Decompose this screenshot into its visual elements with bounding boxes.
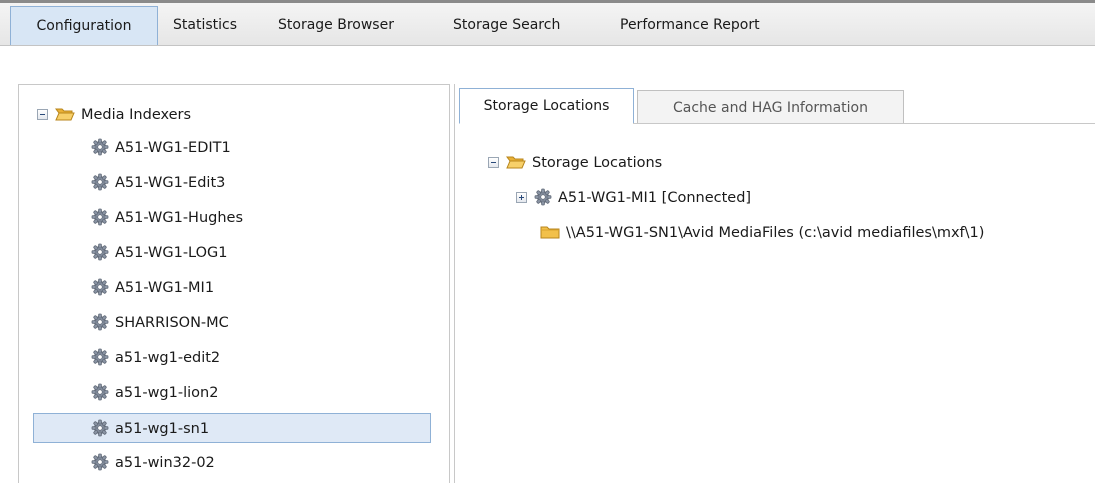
tree-item-a51-wg1-lion2[interactable]: a51-wg1-lion2 [91,378,218,408]
tree-item-sharrison-mc[interactable]: SHARRISON-MC [91,308,229,338]
gear-icon [91,208,109,226]
tree-root-storage-locations[interactable]: Storage Locations [488,148,662,178]
tree-item-a51-wg1-log1[interactable]: A51-WG1-LOG1 [91,238,227,268]
tree-item-label: \\A51-WG1-SN1\Avid MediaFiles (c:\avid m… [566,225,985,241]
tree-item-a51-wg1-edit1[interactable]: A51-WG1-EDIT1 [91,133,231,163]
gear-icon [91,419,109,437]
collapse-toggle-icon[interactable] [37,108,48,120]
tree-item-a51-wg1-mi1-connected[interactable]: A51-WG1-MI1 [Connected] [516,183,751,213]
gear-icon [91,278,109,296]
panel-splitter[interactable] [454,84,455,483]
tab-performance-report[interactable]: Performance Report [620,6,760,45]
tree-item-a51-wg1-edit3[interactable]: A51-WG1-Edit3 [91,168,225,198]
tree-item-label: a51-wg1-edit2 [115,350,221,366]
gear-icon [91,243,109,261]
gear-icon [534,188,552,206]
tab-storage-locations[interactable]: Storage Locations [459,88,634,124]
gear-icon [91,348,109,366]
detail-tab-strip: Storage Locations Cache and HAG Informat… [456,88,1095,124]
tree-item-label: a51-wg1-lion2 [115,385,219,401]
gear-icon [91,383,109,401]
tree-item-a51-wg1-edit2[interactable]: a51-wg1-edit2 [91,343,220,373]
top-tab-bar: Configuration Statistics Storage Browser… [0,0,1095,46]
tab-storage-browser[interactable]: Storage Browser [278,6,394,45]
tree-item-label: A51-WG1-MI1 [115,280,215,296]
tab-statistics[interactable]: Statistics [173,6,237,45]
gear-icon [91,453,109,471]
tab-storage-search[interactable]: Storage Search [453,6,560,45]
gear-icon [91,173,109,191]
tab-strip-underline [633,123,1095,124]
folder-open-icon [506,156,526,169]
tree-item-label: A51-WG1-MI1 [Connected] [558,190,752,206]
collapse-toggle-icon[interactable] [488,156,499,168]
tree-item-a51-wg1-hughes[interactable]: A51-WG1-Hughes [91,203,243,233]
gear-icon [91,313,109,331]
app-root: Configuration Statistics Storage Browser… [0,0,1095,483]
gear-icon [91,138,109,156]
tab-configuration[interactable]: Configuration [10,6,158,45]
tree-root-media-indexers[interactable]: Media Indexers [37,100,191,130]
folder-open-icon [55,108,75,121]
tree-item-label: Storage Locations [532,155,663,171]
tree-item-label: A51-WG1-Hughes [115,210,244,226]
tree-item-a51-win32-02[interactable]: a51-win32-02 [91,448,215,478]
tree-item-label: SHARRISON-MC [115,315,229,331]
tree-item-label: a51-win32-02 [115,455,215,471]
tree-item-storage-path[interactable]: \\A51-WG1-SN1\Avid MediaFiles (c:\avid m… [540,218,984,248]
media-indexer-tree: Media Indexers A51-WG1-EDIT1 A51-WG1-Edi… [18,84,450,483]
tree-item-label: a51-wg1-sn1 [115,421,210,437]
expand-toggle-icon[interactable] [516,191,527,203]
tree-item-label: A51-WG1-LOG1 [115,245,228,261]
tree-item-a51-wg1-mi1[interactable]: A51-WG1-MI1 [91,273,214,303]
tree-item-label: Media Indexers [81,107,192,123]
tree-item-label: A51-WG1-Edit3 [115,175,226,191]
folder-icon [540,226,560,239]
tree-item-label: A51-WG1-EDIT1 [115,140,231,156]
tree-item-a51-wg1-sn1[interactable]: a51-wg1-sn1 [33,413,431,443]
tab-cache-and-hag-information[interactable]: Cache and HAG Information [637,90,904,124]
